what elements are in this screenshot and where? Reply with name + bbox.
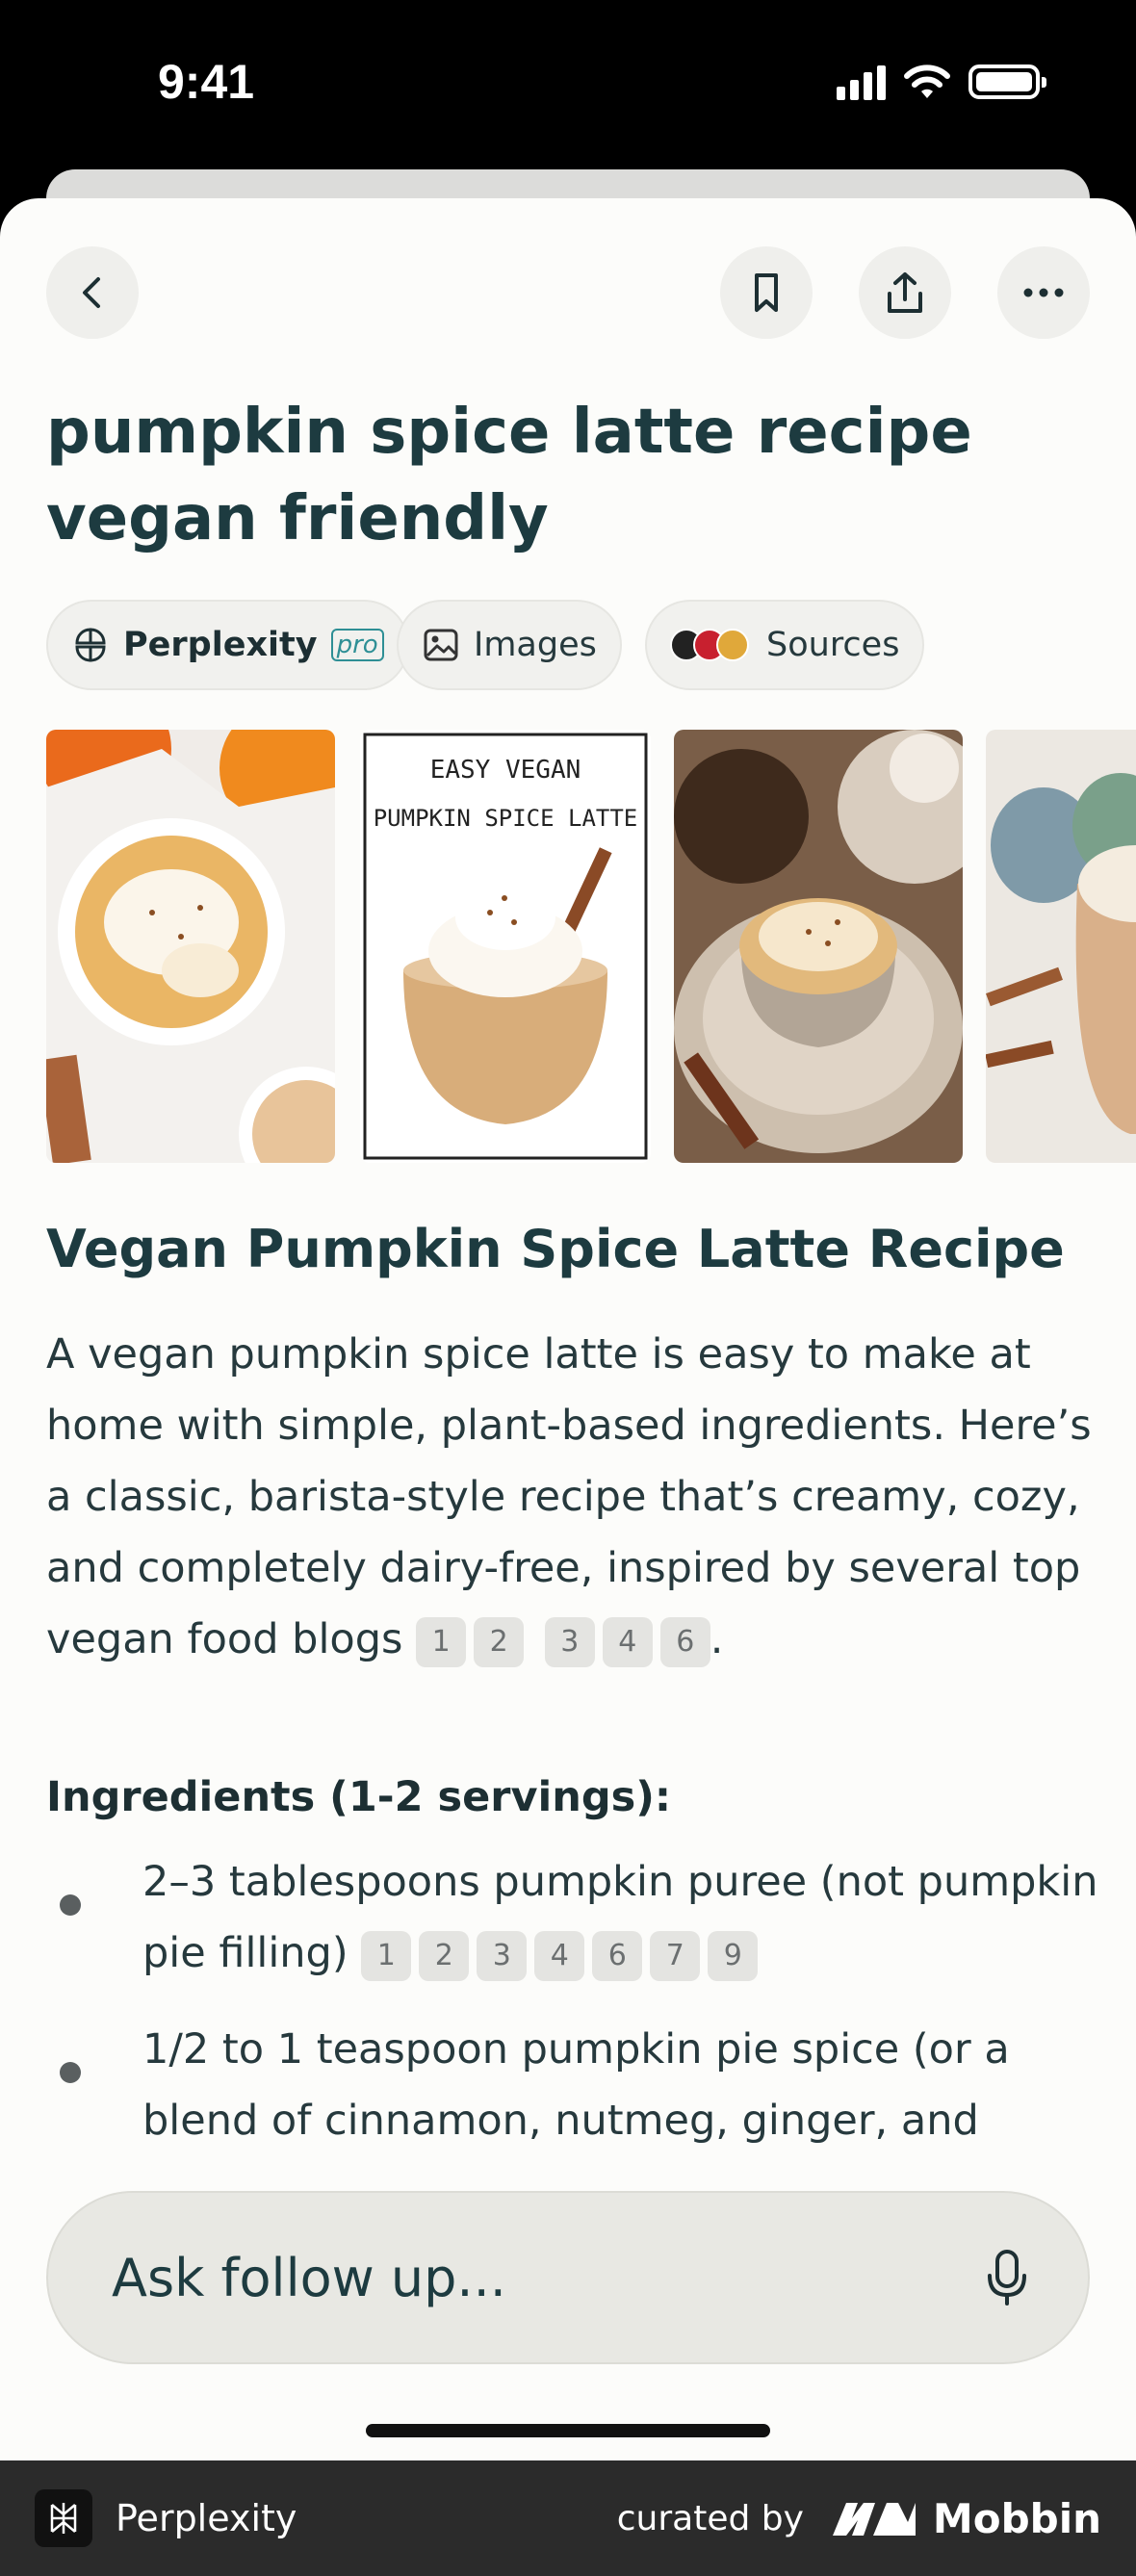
source-favicon-icon <box>716 629 749 661</box>
cellular-signal-icon <box>837 64 886 100</box>
chevron-left-icon <box>83 277 100 308</box>
answer-intro-text: A vegan pumpkin spice latte is easy to m… <box>46 1330 1092 1663</box>
citation-badge[interactable]: 1 <box>361 1930 412 1981</box>
mobbin-footer: Perplexity curated by Mobbin <box>0 2460 1136 2576</box>
image-latte-cup-on-saucer[interactable] <box>674 730 963 1163</box>
ingredient-item: 1/2 to 1 teaspoon pumpkin pie spice (or … <box>142 2014 1105 2156</box>
curated-by-label: curated by <box>616 2498 804 2538</box>
mobbin-brand-name: Mobbin <box>932 2494 1101 2542</box>
share-icon <box>888 272 922 313</box>
citation-badge[interactable]: 3 <box>544 1616 595 1667</box>
more-horizontal-icon <box>1023 288 1064 297</box>
bookmark-button[interactable] <box>720 246 813 339</box>
answer-intro-end: . <box>710 1615 724 1663</box>
mobbin-brand: Mobbin <box>831 2495 1101 2542</box>
citation-badge[interactable]: 2 <box>419 1930 470 1981</box>
footer-credit: curated by Mobbin <box>617 2495 1101 2542</box>
perplexity-app-icon <box>35 2489 92 2547</box>
citation-badge[interactable]: 3 <box>477 1930 528 1981</box>
query-title: pumpkin spice latte recipe vegan friendl… <box>46 397 972 554</box>
home-indicator <box>366 2424 770 2437</box>
back-button[interactable] <box>46 246 139 339</box>
mobbin-logo-icon <box>832 2503 916 2536</box>
list-bullet <box>60 2062 81 2083</box>
microphone-icon[interactable] <box>986 2249 1028 2306</box>
citation-badge[interactable]: 4 <box>602 1616 653 1667</box>
images-chip-label: Images <box>474 626 597 664</box>
image-latte-glass-with-pumpkins[interactable] <box>986 730 1136 1163</box>
battery-icon <box>968 64 1046 99</box>
wifi-icon <box>904 64 950 98</box>
image-easy-vegan-psl-poster[interactable]: EASY VEGAN PUMPKIN SPICE LATTE <box>360 730 651 1163</box>
follow-up-placeholder: Ask follow up... <box>112 2247 506 2308</box>
image-latte-mug-with-foam[interactable] <box>46 730 335 1163</box>
citation-badge[interactable]: 2 <box>474 1616 525 1667</box>
ingredient-item: 2–3 tablespoons pumpkin puree (not pumpk… <box>142 1846 1105 1989</box>
sources-chip[interactable]: Sources <box>645 600 925 690</box>
images-chip[interactable]: Images <box>397 600 622 690</box>
citation-badge[interactable]: 1 <box>416 1616 467 1667</box>
footer-app-name: Perplexity <box>116 2497 297 2539</box>
ingredients-heading: Ingredients (1-2 servings): <box>46 1773 672 1821</box>
pro-badge: pro <box>330 629 384 661</box>
footer-app: Perplexity <box>35 2489 297 2547</box>
citation-badge[interactable]: 4 <box>534 1930 585 1981</box>
status-icons <box>837 64 1046 100</box>
list-bullet <box>60 1894 81 1916</box>
follow-up-input[interactable]: Ask follow up... <box>46 2191 1090 2364</box>
svg-text:PUMPKIN SPICE LATTE: PUMPKIN SPICE LATTE <box>374 805 638 832</box>
image-icon <box>424 629 458 661</box>
citation-badge[interactable]: 7 <box>650 1930 701 1981</box>
status-time: 9:41 <box>158 55 255 109</box>
citation-badge[interactable]: 6 <box>659 1616 710 1667</box>
sources-chip-label: Sources <box>766 626 900 664</box>
ingredient-text: 1/2 to 1 teaspoon pumpkin pie spice (or … <box>142 2025 1010 2145</box>
share-button[interactable] <box>859 246 951 339</box>
bookmark-icon <box>755 273 778 312</box>
phone-screen: 9:41 pumpkin spice latte recipe vegan fr… <box>0 0 1136 2576</box>
answer-sheet: pumpkin spice latte recipe vegan friendl… <box>0 198 1136 2460</box>
citation-badge[interactable]: 9 <box>708 1930 759 1981</box>
status-bar: 9:41 <box>0 0 1136 164</box>
more-options-button[interactable] <box>997 246 1090 339</box>
source-favicons <box>670 629 749 661</box>
perplexity-chip[interactable]: Perplexity pro <box>46 600 409 690</box>
perplexity-chip-label: Perplexity <box>123 626 318 664</box>
answer-intro: A vegan pumpkin spice latte is easy to m… <box>46 1319 1105 1675</box>
citation-badge[interactable]: 6 <box>592 1930 643 1981</box>
answer-heading: Vegan Pumpkin Spice Latte Recipe <box>46 1219 1065 1279</box>
svg-text:EASY VEGAN: EASY VEGAN <box>430 756 581 785</box>
perplexity-logo-icon <box>75 628 106 662</box>
